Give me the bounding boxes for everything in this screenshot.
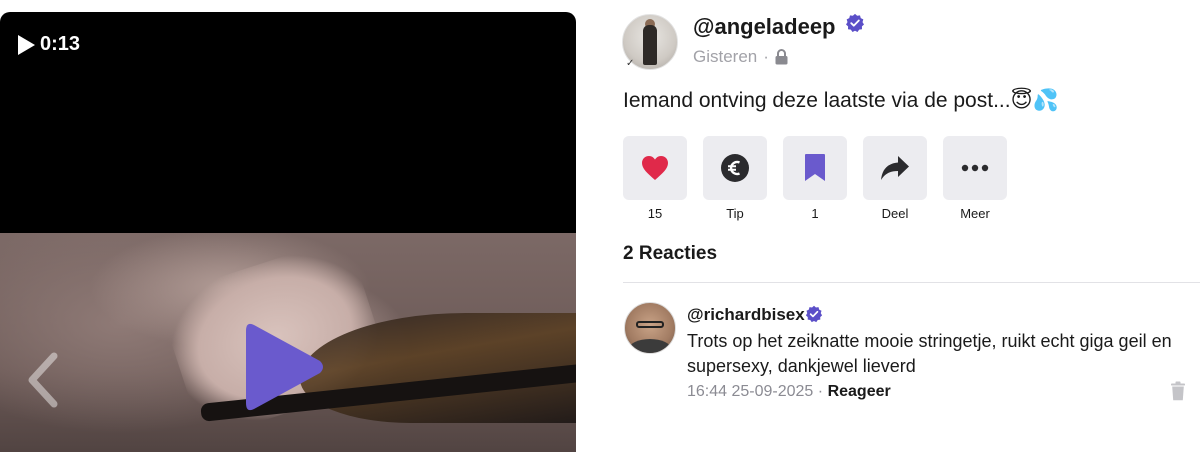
heart-icon [642, 156, 668, 180]
author-username[interactable]: @angeladeep [693, 14, 836, 40]
post-caption: Iemand ontving deze laatste via de post.… [623, 89, 1059, 112]
share-action: Deel [863, 136, 927, 221]
post-time: Gisteren [693, 47, 758, 66]
tip-label: Tip [726, 206, 744, 221]
tip-button[interactable] [703, 136, 767, 200]
big-play-icon[interactable] [246, 321, 326, 413]
meta-separator: · [763, 47, 769, 66]
comment-text: Trots op het zeiknatte mooie stringetje,… [687, 331, 1172, 376]
bookmark-icon [805, 154, 825, 181]
video-duration: 0:13 [40, 33, 81, 55]
bookmark-button[interactable] [783, 136, 847, 200]
chevron-left-icon[interactable] [24, 352, 60, 408]
like-action: 15 [623, 136, 687, 221]
commenter-username[interactable]: @richardbisex [687, 305, 805, 325]
play-duration-indicator[interactable]: 0:13 [16, 33, 80, 56]
share-button[interactable] [863, 136, 927, 200]
trash-icon[interactable] [1170, 381, 1186, 401]
like-button[interactable] [623, 136, 687, 200]
post-meta: Gisteren · [693, 47, 788, 67]
more-button[interactable] [943, 136, 1007, 200]
check-icon: ✓ [626, 58, 635, 69]
post-actions: 15 Tip 1 Deel Meer [623, 136, 1007, 221]
euro-icon [721, 154, 749, 182]
divider [623, 282, 1200, 283]
comments-heading: 2 Reacties [623, 243, 718, 264]
comment-meta-separator: · [817, 383, 824, 400]
verified-icon [805, 305, 823, 323]
comment-timestamp: 16:44 25-09-2025 [687, 383, 814, 400]
lock-icon [775, 49, 788, 65]
bookmark-count: 1 [811, 206, 819, 221]
verified-icon [846, 13, 864, 33]
like-count: 15 [647, 206, 663, 221]
share-label: Deel [881, 206, 909, 221]
commenter-avatar[interactable] [624, 302, 676, 354]
reply-link[interactable]: Reageer [828, 383, 891, 400]
more-icon [961, 164, 989, 172]
tip-action: Tip [703, 136, 767, 221]
more-action: Meer [943, 136, 1007, 221]
play-icon [18, 34, 35, 55]
comment-meta: 16:44 25-09-2025 · Reageer [687, 383, 891, 401]
bookmark-action: 1 [783, 136, 847, 221]
share-icon [881, 156, 909, 180]
more-label: Meer [960, 206, 990, 221]
